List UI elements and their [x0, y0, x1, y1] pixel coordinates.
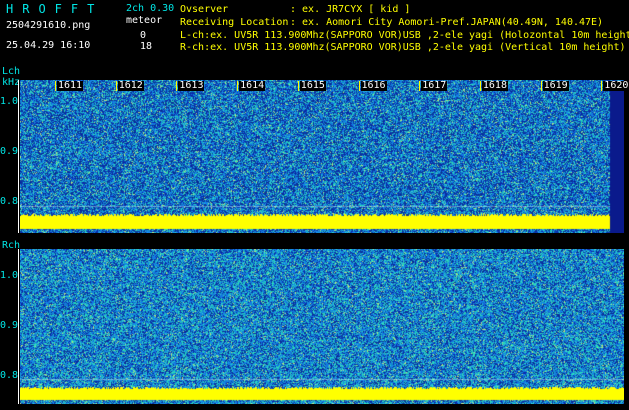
- rch-info: R-ch:ex. UV5R 113.900Mhz(SAPPORO VOR)USB…: [180, 42, 626, 53]
- meteor-label: meteor: [126, 15, 163, 26]
- meteor-count-rch: 18: [140, 41, 153, 52]
- lch-axis-line: [18, 80, 19, 233]
- lch-info: L-ch:ex. UV5R 113.900Mhz(SAPPORO VOR)USB…: [180, 30, 629, 41]
- observer-label: Ovserver: [180, 4, 229, 15]
- lch-ytick-3: 0.8: [0, 196, 19, 207]
- time-marker: [176, 81, 178, 91]
- time-marker: [237, 81, 239, 91]
- time-marker: [479, 81, 481, 91]
- mode-label: 2ch 0.30: [126, 3, 175, 14]
- datetime-label: 25.04.29 16:10: [6, 40, 91, 51]
- rch-ytick-2: 0.9: [0, 320, 19, 331]
- rch-ytick-1: 1.0: [0, 270, 19, 281]
- time-label: 1617: [421, 80, 448, 91]
- time-label: 1612: [117, 80, 144, 91]
- location-label: Receiving Location: [180, 17, 289, 28]
- rch-spectrogram: [20, 249, 624, 404]
- observer-value: : ex. JR7CYX [ kid ]: [290, 4, 411, 15]
- time-marker: [540, 81, 542, 91]
- time-marker: [419, 81, 421, 91]
- time-label: 1611: [57, 80, 84, 91]
- lch-ytick-2: 0.9: [0, 146, 19, 157]
- time-label: 1614: [239, 80, 266, 91]
- time-marker: [601, 81, 603, 91]
- time-label: 1620: [603, 80, 629, 91]
- lch-spectrogram: [20, 80, 624, 233]
- time-label: 1619: [542, 80, 569, 91]
- time-label: 1615: [299, 80, 326, 91]
- filename-label: 2504291610.png: [6, 20, 91, 31]
- time-label: 1618: [481, 80, 508, 91]
- time-label: 1616: [360, 80, 387, 91]
- lch-ytick-1: 1.0: [0, 96, 19, 107]
- time-marker: [297, 81, 299, 91]
- time-marker: [55, 81, 56, 91]
- time-marker: [115, 81, 117, 91]
- time-label: 1613: [178, 80, 205, 91]
- rch-axis-line: [18, 249, 19, 404]
- location-value: : ex. Aomori City Aomori-Pref.JAPAN(40.4…: [290, 17, 604, 28]
- app-title: HROFFT: [6, 2, 104, 16]
- rch-ytick-3: 0.8: [0, 370, 19, 381]
- time-marker: [358, 81, 360, 91]
